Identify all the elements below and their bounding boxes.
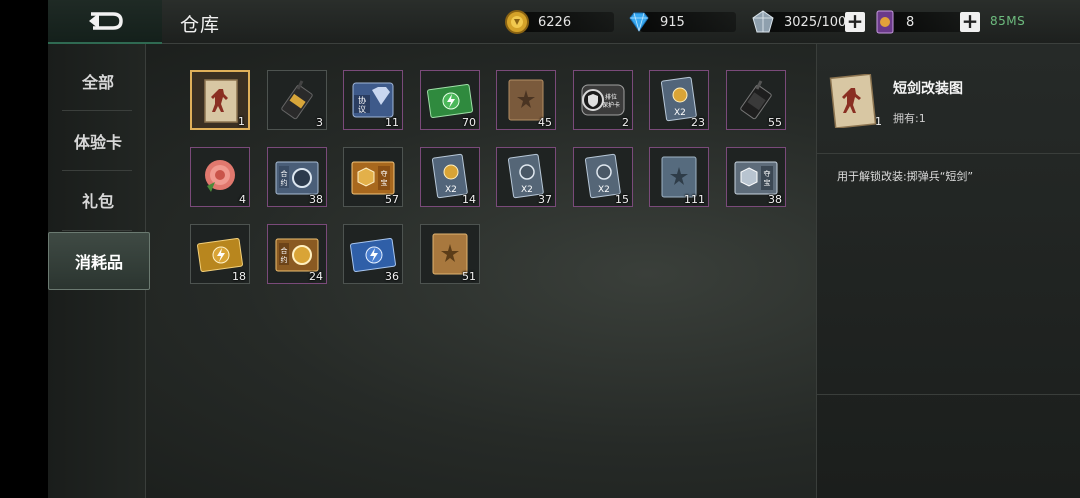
coin-amount: 6226 [538, 14, 572, 30]
svg-text:X2: X2 [674, 108, 686, 118]
item-count: 55 [768, 116, 782, 129]
inventory-slot[interactable]: 36 [343, 224, 403, 284]
item-count: 38 [768, 193, 782, 206]
item-count: 45 [538, 116, 552, 129]
item-count: 4 [239, 193, 246, 206]
tab-trial-card[interactable]: 体验卡 [48, 112, 148, 170]
item-count: 18 [232, 270, 246, 283]
inventory-slot[interactable]: 3 [267, 70, 327, 130]
item-count: 15 [615, 193, 629, 206]
detail-header: 1 短剑改装图 拥有:1 [817, 44, 1080, 154]
inventory-slot[interactable]: 70 [420, 70, 480, 130]
svg-text:X2: X2 [521, 185, 533, 195]
inventory-slot[interactable]: X2 14 [420, 147, 480, 207]
crystal-amount: 3025/100 [784, 14, 847, 30]
svg-text:宝: 宝 [764, 178, 771, 187]
back-button[interactable] [48, 0, 162, 44]
coin-counter: 6226 [504, 10, 614, 34]
blueprint-card-icon [829, 74, 877, 128]
svg-text:合: 合 [281, 169, 288, 178]
svg-text:排位: 排位 [605, 93, 617, 101]
tab-consumables[interactable]: 消耗品 [48, 232, 150, 290]
inventory-slot[interactable]: X2 37 [496, 147, 556, 207]
svg-text:保护卡: 保护卡 [602, 101, 620, 109]
game-screen: 仓库 6226 915 3025/100 + 8 + 85MS 全部 体验卡 礼… [0, 0, 1080, 498]
screen-edge [0, 0, 48, 498]
svg-text:议: 议 [358, 105, 366, 114]
item-count: 36 [385, 270, 399, 283]
rose-icon [205, 160, 235, 192]
inventory-slot[interactable]: X2 23 [649, 70, 709, 130]
svg-text:宝: 宝 [381, 178, 388, 187]
inventory-slot[interactable]: 111 [649, 147, 709, 207]
item-count: 51 [462, 270, 476, 283]
detail-count: 1 [875, 115, 882, 128]
inventory-slot[interactable]: 夺宝 57 [343, 147, 403, 207]
inventory-slot[interactable]: 4 [190, 147, 250, 207]
item-count: 24 [309, 270, 323, 283]
item-count: 2 [622, 116, 629, 129]
owned-count: 拥有:1 [893, 112, 926, 125]
inventory-slot[interactable]: 45 [496, 70, 556, 130]
svg-text:协: 协 [358, 95, 366, 105]
diamond-counter: 915 [626, 10, 736, 34]
detail-divider [817, 394, 1080, 395]
svg-text:X2: X2 [598, 185, 610, 195]
inventory-slot[interactable]: 协议 11 [343, 70, 403, 130]
gold-coin-icon [505, 10, 529, 34]
item-count: 3 [316, 116, 323, 129]
item-count: 38 [309, 193, 323, 206]
tab-all[interactable]: 全部 [48, 52, 148, 110]
ticket-counter: 8 [872, 10, 972, 34]
inventory-slot[interactable]: 51 [420, 224, 480, 284]
item-count: 14 [462, 193, 476, 206]
inventory-slot[interactable]: 1 [190, 70, 250, 130]
svg-text:夺: 夺 [764, 169, 771, 178]
item-detail-panel: 1 短剑改装图 拥有:1 用于解锁改装:掷弹兵“短剑” [816, 44, 1080, 498]
item-count: 37 [538, 193, 552, 206]
diamond-icon [629, 12, 649, 32]
inventory-slot[interactable]: 合约 38 [267, 147, 327, 207]
inventory-slot[interactable]: 55 [726, 70, 786, 130]
item-name: 短剑改装图 [893, 81, 963, 97]
svg-text:约: 约 [281, 255, 288, 264]
svg-text:夺: 夺 [381, 169, 388, 178]
crystal-counter: 3025/100 [750, 10, 856, 34]
top-bar: 仓库 6226 915 3025/100 + 8 + 85MS [48, 0, 1080, 44]
page-title: 仓库 [180, 14, 221, 36]
inventory-slot[interactable]: 排位 保护卡 2 [573, 70, 633, 130]
item-count: 1 [238, 115, 245, 128]
protection-card-icon: 排位保护卡 [581, 84, 625, 116]
ticket-amount: 8 [906, 14, 915, 30]
crystal-icon [752, 10, 774, 33]
svg-text:X2: X2 [445, 185, 457, 195]
inventory-slot[interactable]: 18 [190, 224, 250, 284]
item-count: 23 [691, 116, 705, 129]
network-latency: 85MS [990, 14, 1026, 28]
item-count: 70 [462, 116, 476, 129]
category-panel: 全部 体验卡 礼包 消耗品 [48, 44, 150, 498]
purple-card-icon [876, 10, 894, 34]
tab-gift-pack[interactable]: 礼包 [48, 171, 148, 229]
inventory-slot[interactable]: 合约 24 [267, 224, 327, 284]
svg-text:约: 约 [281, 178, 288, 187]
item-count: 57 [385, 193, 399, 206]
item-count: 11 [385, 116, 399, 129]
add-ticket-button[interactable]: + [960, 11, 980, 32]
back-arrow-icon [89, 12, 123, 30]
svg-text:合: 合 [281, 246, 288, 255]
walkie-talkie-gold-icon [281, 80, 313, 120]
inventory-slot[interactable]: 夺宝 38 [726, 147, 786, 207]
inventory-slot[interactable]: X2 15 [573, 147, 633, 207]
diamond-amount: 915 [660, 14, 685, 30]
item-description: 用于解锁改装:掷弹兵“短剑” [837, 170, 974, 183]
add-crystal-button[interactable]: + [845, 11, 865, 32]
item-count: 111 [684, 193, 705, 206]
